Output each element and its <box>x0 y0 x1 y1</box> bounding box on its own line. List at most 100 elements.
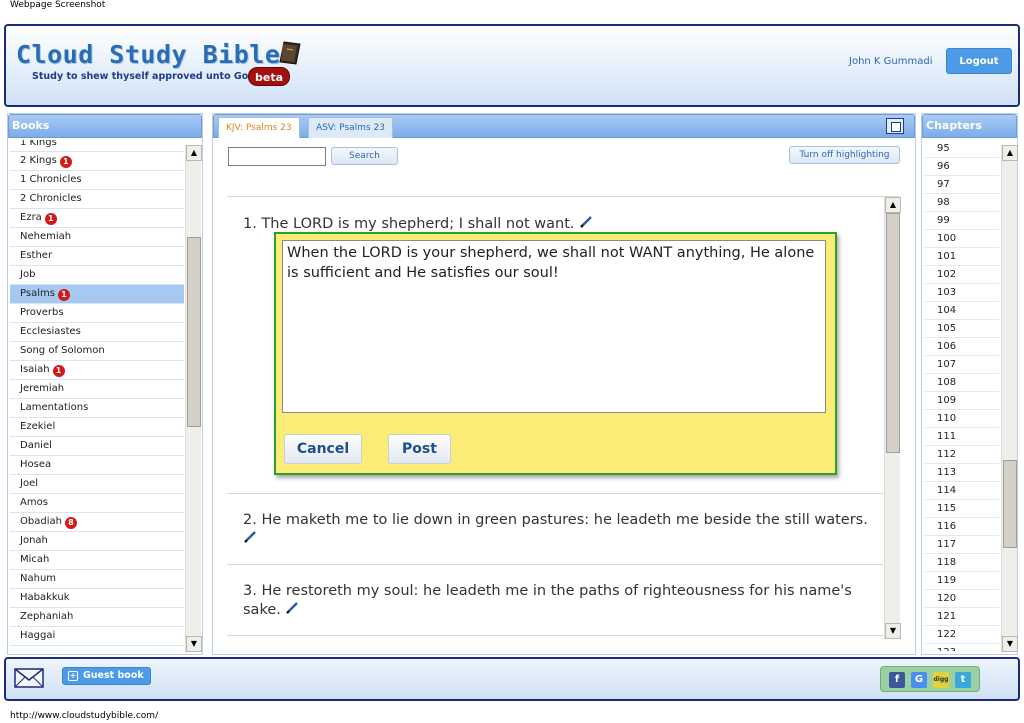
chapter-item[interactable]: 118 <box>925 554 999 572</box>
book-item[interactable]: Zephaniah <box>10 608 184 627</box>
chapter-item[interactable]: 109 <box>925 392 999 410</box>
book-item[interactable]: Haggai <box>10 627 184 646</box>
book-item[interactable]: Ezra 1 <box>10 209 184 228</box>
google-icon[interactable]: G <box>911 672 927 688</box>
book-item[interactable]: Nahum <box>10 570 184 589</box>
chapter-item[interactable]: 97 <box>925 176 999 194</box>
mail-icon[interactable] <box>14 668 44 688</box>
logout-button[interactable]: Logout <box>946 48 1012 74</box>
user-name[interactable]: John K Gummadi <box>849 56 932 67</box>
scroll-thumb[interactable] <box>187 237 201 427</box>
scroll-down-icon[interactable]: ▼ <box>186 636 202 652</box>
chapter-item[interactable]: 116 <box>925 518 999 536</box>
book-item[interactable]: Job <box>10 266 184 285</box>
search-input[interactable] <box>228 147 326 166</box>
post-button[interactable]: Post <box>388 434 451 464</box>
chapter-item[interactable]: 110 <box>925 410 999 428</box>
scroll-up-icon[interactable]: ▲ <box>885 197 901 213</box>
chapter-item[interactable]: 101 <box>925 248 999 266</box>
book-item[interactable]: Joel <box>10 475 184 494</box>
scroll-up-icon[interactable]: ▲ <box>186 145 202 161</box>
chapter-item[interactable]: 104 <box>925 302 999 320</box>
book-item[interactable]: 2 Kings 1 <box>10 152 184 171</box>
book-item[interactable]: Obadiah 8 <box>10 513 184 532</box>
chapter-item[interactable]: 96 <box>925 158 999 176</box>
book-item[interactable]: 1 Chronicles <box>10 171 184 190</box>
chapter-item[interactable]: 95 <box>925 140 999 158</box>
chapter-item[interactable]: 111 <box>925 428 999 446</box>
book-item[interactable]: 2 Chronicles <box>10 190 184 209</box>
book-label: Micah <box>20 554 50 565</box>
facebook-icon[interactable]: f <box>889 672 905 688</box>
chapter-item[interactable]: 99 <box>925 212 999 230</box>
scroll-down-icon[interactable]: ▼ <box>1002 636 1018 652</box>
chapter-item[interactable]: 120 <box>925 590 999 608</box>
book-item[interactable]: Isaiah 1 <box>10 361 184 380</box>
scroll-thumb[interactable] <box>886 213 900 453</box>
book-item[interactable]: Daniel <box>10 437 184 456</box>
chapter-item[interactable]: 107 <box>925 356 999 374</box>
twitter-icon[interactable]: t <box>955 672 971 688</box>
books-panel: Books 1 Kings 2 Kings 1 1 Chronicles 2 Chron… <box>7 113 203 655</box>
chapter-item[interactable]: 103 <box>925 284 999 302</box>
book-item[interactable]: Lamentations <box>10 399 184 418</box>
book-item[interactable]: Ecclesiastes <box>10 323 184 342</box>
verse-text: 1. The LORD is my shepherd; I shall not … <box>243 216 575 232</box>
book-item[interactable]: Habakkuk <box>10 589 184 608</box>
book-item[interactable]: Proverbs <box>10 304 184 323</box>
chapter-item[interactable]: 100 <box>925 230 999 248</box>
verse-2[interactable]: 2. He maketh me to lie down in green pas… <box>227 511 883 549</box>
chapter-item[interactable]: 106 <box>925 338 999 356</box>
pen-icon[interactable] <box>579 215 593 229</box>
guestbook-button[interactable]: + Guest book <box>62 667 151 685</box>
book-label: Song of Solomon <box>20 345 105 356</box>
verse-3[interactable]: 3. He restoreth my soul: he leadeth me i… <box>227 582 883 620</box>
chapter-item[interactable]: 112 <box>925 446 999 464</box>
maximize-icon[interactable] <box>886 118 904 134</box>
book-item[interactable]: 1 Kings <box>10 140 184 152</box>
book-item[interactable]: Psalms 1 <box>10 285 184 304</box>
book-item[interactable]: Ezekiel <box>10 418 184 437</box>
verses-scrollbar[interactable]: ▲ ▼ <box>884 197 901 639</box>
book-item[interactable]: Hosea <box>10 456 184 475</box>
search-button[interactable]: Search <box>331 147 398 165</box>
highlight-toggle-button[interactable]: Turn off highlighting <box>789 146 900 164</box>
chapter-item[interactable]: 98 <box>925 194 999 212</box>
pen-icon[interactable] <box>285 601 299 615</box>
cancel-button[interactable]: Cancel <box>284 434 362 464</box>
chapter-item[interactable]: 113 <box>925 464 999 482</box>
digg-icon[interactable]: digg <box>933 672 949 688</box>
comment-textarea[interactable] <box>282 240 826 413</box>
book-list: 1 Kings 2 Kings 1 1 Chronicles 2 Chronicles E… <box>10 140 184 651</box>
book-item[interactable]: Micah <box>10 551 184 570</box>
pen-icon[interactable] <box>243 530 257 544</box>
chapter-item[interactable]: 122 <box>925 626 999 644</box>
chapter-item[interactable]: 119 <box>925 572 999 590</box>
chapter-item[interactable]: 121 <box>925 608 999 626</box>
chapter-item[interactable]: 117 <box>925 536 999 554</box>
book-label: Amos <box>20 497 48 508</box>
chapter-item[interactable]: 114 <box>925 482 999 500</box>
book-item[interactable]: Esther <box>10 247 184 266</box>
books-scrollbar[interactable]: ▲ ▼ <box>185 145 202 652</box>
book-item[interactable]: Song of Solomon <box>10 342 184 361</box>
chapter-item[interactable]: 102 <box>925 266 999 284</box>
chapter-item[interactable]: 123 <box>925 644 999 651</box>
scroll-thumb[interactable] <box>1003 460 1017 548</box>
book-item[interactable]: Jonah <box>10 532 184 551</box>
scroll-down-icon[interactable]: ▼ <box>885 623 901 639</box>
book-item[interactable]: Nehemiah <box>10 228 184 247</box>
tab-asv[interactable]: ASV: Psalms 23 <box>308 117 393 138</box>
site-tagline: Study to shew thyself approved unto God <box>32 71 256 82</box>
chapter-item[interactable]: 105 <box>925 320 999 338</box>
scroll-up-icon[interactable]: ▲ <box>1002 145 1018 161</box>
chapters-title: Chapters <box>922 114 1017 138</box>
book-item[interactable]: Amos <box>10 494 184 513</box>
tab-kjv[interactable]: KJV: Psalms 23 <box>218 117 300 138</box>
chapters-scrollbar[interactable]: ▲ ▼ <box>1001 145 1018 652</box>
chapter-item[interactable]: 115 <box>925 500 999 518</box>
verse-separator <box>227 493 883 494</box>
book-item[interactable]: Jeremiah <box>10 380 184 399</box>
chapter-item[interactable]: 108 <box>925 374 999 392</box>
site-logo[interactable]: Cloud Study Bible <box>16 40 280 69</box>
